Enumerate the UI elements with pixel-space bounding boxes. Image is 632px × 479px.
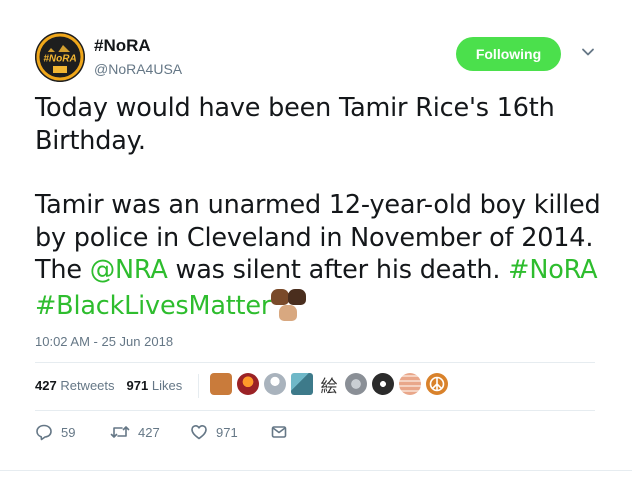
liker-kanji-text: 絵 xyxy=(320,376,338,397)
author-handle[interactable]: @NoRA4USA xyxy=(94,59,182,79)
like-button[interactable]: 971 xyxy=(190,423,270,441)
divider xyxy=(198,374,199,398)
liker-avatar[interactable] xyxy=(345,373,367,395)
peace-icon xyxy=(429,376,445,392)
liker-avatar[interactable] xyxy=(237,373,259,395)
mail-icon xyxy=(271,426,287,438)
raised-fist-icon xyxy=(271,287,311,327)
direct-message-button[interactable] xyxy=(270,423,296,441)
liker-avatar[interactable] xyxy=(426,373,448,395)
tweet-paragraph-1: Today would have been Tamir Rice's 16th … xyxy=(35,93,555,156)
likes-stat[interactable]: 971 Likes xyxy=(127,378,183,393)
engagement-stats: 427 Retweets 971 Likes xyxy=(35,378,194,393)
hashtag-link-nora[interactable]: #NoRA xyxy=(508,255,597,285)
liker-avatar[interactable] xyxy=(291,373,313,395)
reply-button[interactable]: 59 xyxy=(35,423,110,441)
reply-icon xyxy=(36,424,52,441)
liker-avatar[interactable] xyxy=(264,373,286,395)
tweet-text-segment: was silent after his death. xyxy=(167,255,509,285)
tweet-paragraph-2: Tamir was an unarmed 12-year-old boy kil… xyxy=(35,189,615,327)
reply-count: 59 xyxy=(61,424,76,440)
liker-avatar[interactable] xyxy=(399,373,421,395)
liker-avatar[interactable] xyxy=(210,373,232,395)
liked-by-avatars: 絵 xyxy=(210,373,453,397)
tweet-text: Today would have been Tamir Rice's 16th … xyxy=(35,92,615,327)
heart-icon xyxy=(191,425,207,440)
retweet-icon xyxy=(110,426,130,438)
retweet-count: 427 xyxy=(138,424,160,440)
divider xyxy=(35,362,595,363)
retweets-stat[interactable]: 427 Retweets xyxy=(35,378,115,393)
chevron-down-icon[interactable] xyxy=(580,44,596,60)
tweet-header: #NoRA #NoRA @NoRA4USA Following xyxy=(35,32,615,82)
retweet-button[interactable]: 427 xyxy=(110,423,190,441)
likes-count: 971 xyxy=(126,378,149,393)
divider xyxy=(35,410,595,411)
like-count: 971 xyxy=(216,424,238,440)
author-avatar[interactable]: #NoRA xyxy=(35,32,85,82)
tweet-timestamp[interactable]: 10:02 AM - 25 Jun 2018 xyxy=(35,334,173,349)
following-button[interactable]: Following xyxy=(456,37,561,71)
tweet-actions: 59 427 971 xyxy=(35,423,296,441)
hashtag-link-blacklivesmatter[interactable]: #BlackLivesMatter xyxy=(35,291,271,321)
retweets-label: Retweets xyxy=(60,378,115,393)
mention-link-nra[interactable]: @NRA xyxy=(90,255,168,285)
author-display-name[interactable]: #NoRA xyxy=(94,35,182,57)
likes-label: Likes xyxy=(151,378,183,393)
liker-avatar[interactable]: 絵 xyxy=(318,373,340,397)
svg-text:#NoRA: #NoRA xyxy=(43,54,76,65)
divider xyxy=(0,470,632,471)
liker-avatar[interactable] xyxy=(372,373,394,395)
retweets-count: 427 xyxy=(35,378,57,393)
